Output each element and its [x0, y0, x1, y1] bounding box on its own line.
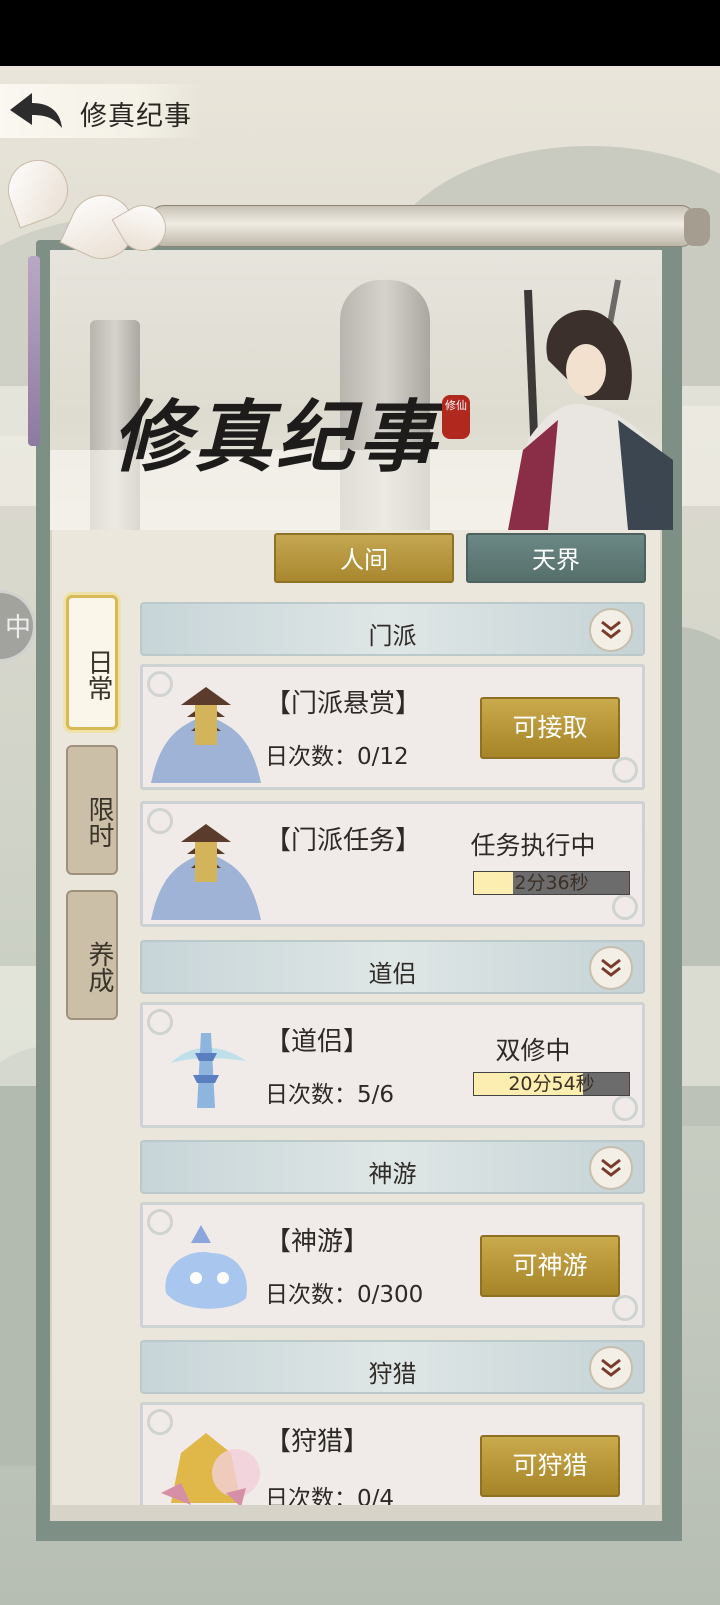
chevron-down-icon[interactable]: [589, 1346, 633, 1390]
companion-progress-bar: 20分54秒: [473, 1072, 630, 1096]
top-bar: 修真纪事: [0, 84, 200, 138]
page-title: 修真纪事: [80, 101, 192, 132]
side-tab-limited[interactable]: 限时: [66, 745, 118, 875]
accept-bounty-button[interactable]: 可接取: [480, 697, 620, 759]
side-tab-cultivate[interactable]: 养成: [66, 890, 118, 1020]
chevron-down-icon[interactable]: [589, 946, 633, 990]
task-card-sect-bounty: 【门派悬赏】 日次数：0/12 可接取: [140, 664, 645, 790]
hunting-button[interactable]: 可狩猎: [480, 1435, 620, 1497]
section-header-hunting[interactable]: 狩猎: [140, 1340, 645, 1394]
seal-stamp: 修仙: [442, 395, 470, 439]
back-arrow-icon[interactable]: [6, 90, 66, 132]
spirit-travel-button[interactable]: 可神游: [480, 1235, 620, 1297]
tassel-decoration: [28, 256, 40, 446]
section-header-spirit-travel[interactable]: 神游: [140, 1140, 645, 1194]
mission-status: 任务执行中: [470, 831, 596, 860]
task-card-companion: 【道侣】 日次数：5/6 双修中 20分54秒: [140, 1002, 645, 1128]
spirit-beast-icon: [165, 1225, 247, 1309]
mission-progress-bar: 2分36秒: [473, 871, 630, 895]
floating-tower-icon: [171, 1033, 246, 1108]
banner-title: 修真纪事: [112, 392, 441, 483]
scroll-rod: [150, 205, 710, 247]
pagoda-mountain-icon: [151, 687, 261, 783]
tab-heaven-realm[interactable]: 天界: [466, 533, 646, 583]
task-card-spirit-travel: 【神游】 日次数：0/300 可神游: [140, 1202, 645, 1328]
pagoda-mountain-icon: [151, 824, 261, 920]
side-tab-daily[interactable]: 日常: [66, 595, 118, 730]
swordsman-character-art: [508, 279, 673, 530]
task-card-hunting: 【狩猎】 日次数：0/4 可狩猎: [140, 1402, 645, 1512]
section-header-sect[interactable]: 门派: [140, 602, 645, 656]
tab-human-realm[interactable]: 人间: [274, 533, 454, 583]
chevron-down-icon[interactable]: [589, 1146, 633, 1190]
section-header-companion[interactable]: 道侣: [140, 940, 645, 994]
chevron-down-icon[interactable]: [589, 608, 633, 652]
companion-status: 双修中: [495, 1036, 571, 1065]
golden-palace-icon: [161, 1433, 260, 1507]
task-card-sect-mission: 【门派任务】 任务执行中 2分36秒: [140, 801, 645, 927]
status-bar: [0, 0, 720, 66]
